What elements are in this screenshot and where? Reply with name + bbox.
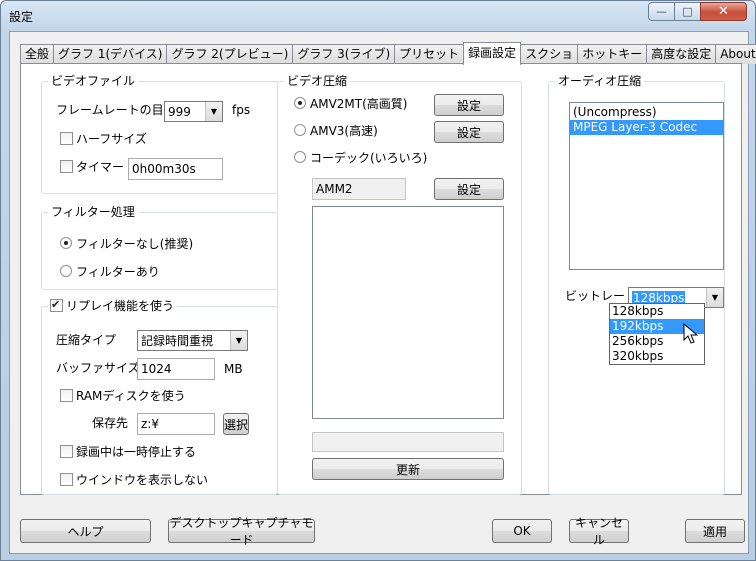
audio-codec-listbox[interactable]: (Uncompress) MPEG Layer-3 Codec (569, 102, 724, 270)
amv3-radio[interactable] (294, 124, 306, 136)
bitrate-option[interactable]: 128kbps (610, 304, 704, 319)
tab-graph-3[interactable]: グラフ 3(ライブ) (292, 44, 396, 64)
tab-preset[interactable]: プリセット (394, 44, 465, 64)
update-button[interactable]: 更新 (312, 458, 504, 480)
codec-radio[interactable] (294, 151, 306, 163)
amv3-label[interactable]: AMV3(高速) (310, 124, 378, 138)
video-compression-group-label: ビデオ圧縮 (284, 74, 351, 88)
filter-with-radio[interactable] (60, 265, 72, 277)
desktop-capture-mode-button[interactable]: デスクトップキャプチャモード (168, 516, 315, 547)
amv2mt-settings-button[interactable]: 設定 (434, 94, 504, 116)
codec-name-field: AMM2 (312, 178, 406, 200)
timer-checkbox[interactable] (60, 160, 73, 173)
framerate-label: フレームレートの目安 (56, 103, 176, 117)
mouse-pointer-icon (683, 323, 699, 344)
audio-codec-item[interactable]: MPEG Layer-3 Codec (570, 120, 723, 135)
tab-strip: 全般 グラフ 1(デバイス) グラフ 2(プレビュー) グラフ 3(ライブ) プ… (20, 42, 756, 65)
buffer-size-unit: MB (224, 362, 243, 376)
close-button[interactable]: ✕ (700, 2, 747, 21)
compression-type-select[interactable]: 記録時間重視 ▼ (137, 330, 248, 351)
replay-group-label: リプレイ機能を使う (48, 298, 178, 313)
chevron-down-icon[interactable]: ▼ (230, 331, 247, 350)
video-compression-group: ビデオ圧縮 AMV2MT(高画質) 設定 AMV3(高速) 設定 コーデック(い… (277, 74, 522, 495)
replay-group: リプレイ機能を使う 圧縮タイプ 記録時間重視 ▼ バッファサイズ 1024 MB… (41, 298, 278, 495)
tab-recording[interactable]: 録画設定 (463, 42, 522, 65)
pause-while-recording-label[interactable]: 録画中は一時停止する (76, 445, 196, 459)
amv2mt-radio[interactable] (294, 97, 306, 109)
tab-screenshot[interactable]: スクショ (520, 44, 579, 64)
buffer-size-input[interactable]: 1024 (137, 358, 215, 380)
save-to-label: 保存先 (92, 416, 129, 430)
codec-label[interactable]: コーデック(いろいろ) (310, 151, 427, 165)
recording-settings-panel: ビデオファイル フレームレートの目安 999 ▼ fps ハーフサイズ タイマー… (20, 63, 742, 495)
half-size-label[interactable]: ハーフサイズ (76, 132, 147, 146)
framerate-unit: fps (232, 103, 251, 117)
filter-group-label: フィルター処理 (48, 205, 138, 219)
amv2mt-label[interactable]: AMV2MT(高画質) (310, 97, 407, 111)
hide-window-checkbox[interactable] (60, 473, 73, 486)
timer-input[interactable]: 0h00m30s (128, 158, 223, 180)
buffer-size-label: バッファサイズ (56, 361, 140, 375)
audio-codec-item[interactable]: (Uncompress) (570, 105, 723, 120)
filter-none-radio[interactable] (60, 237, 72, 249)
select-folder-button[interactable]: 選択 (223, 413, 249, 435)
chevron-down-icon[interactable]: ▼ (205, 102, 222, 121)
settings-window: 設定 — □ ✕ 全般 グラフ 1(デバイス) グラフ 2(プレビュー) グラフ… (0, 0, 756, 561)
maximize-button[interactable]: □ (674, 2, 701, 21)
tab-general[interactable]: 全般 (20, 44, 55, 64)
tab-hotkey[interactable]: ホットキー (577, 44, 648, 64)
codec-info-field (312, 432, 504, 452)
window-title: 設定 (9, 10, 34, 24)
amv3-settings-button[interactable]: 設定 (434, 121, 504, 143)
tab-advanced[interactable]: 高度な設定 (646, 44, 717, 64)
chevron-down-icon[interactable]: ▼ (706, 288, 723, 307)
framerate-value: 999 (168, 105, 191, 119)
filter-with-label[interactable]: フィルターあり (76, 265, 160, 279)
replay-label[interactable]: リプレイ機能を使う (66, 299, 174, 313)
bitrate-option[interactable]: 320kbps (610, 349, 704, 364)
ram-disk-label[interactable]: RAMディスクを使う (76, 389, 186, 403)
cancel-button[interactable]: キャンセル (569, 516, 629, 547)
minimize-button[interactable]: — (648, 2, 675, 21)
help-button[interactable]: ヘルプ (20, 519, 151, 543)
save-to-input[interactable]: z:¥ (137, 413, 215, 435)
video-file-group: ビデオファイル フレームレートの目安 999 ▼ fps ハーフサイズ タイマー… (41, 74, 278, 194)
replay-checkbox[interactable] (50, 298, 63, 312)
ok-button[interactable]: OK (492, 519, 552, 543)
timer-label[interactable]: タイマー (76, 160, 124, 174)
tab-graph-2[interactable]: グラフ 2(プレビュー) (166, 44, 294, 64)
video-file-group-label: ビデオファイル (48, 74, 139, 88)
framerate-select[interactable]: 999 ▼ (164, 101, 223, 122)
half-size-checkbox[interactable] (60, 132, 73, 145)
audio-compression-group: オーディオ圧縮 (Uncompress) MPEG Layer-3 Codec … (548, 74, 725, 495)
apply-button[interactable]: 適用 (685, 519, 745, 543)
filter-group: フィルター処理 フィルターなし(推奨) フィルターあり (41, 205, 278, 290)
title-bar[interactable]: 設定 — □ ✕ (1, 1, 755, 31)
hide-window-label[interactable]: ウインドウを表示しない (76, 473, 208, 487)
ram-disk-checkbox[interactable] (60, 389, 73, 402)
codec-settings-button[interactable]: 設定 (434, 178, 504, 200)
bitrate-label: ビットレート (565, 289, 638, 303)
audio-compression-group-label: オーディオ圧縮 (555, 74, 645, 88)
tab-about[interactable]: About (715, 44, 756, 64)
filter-none-label[interactable]: フィルターなし(推奨) (76, 237, 193, 251)
pause-while-recording-checkbox[interactable] (60, 445, 73, 458)
compression-type-value: 記録時間重視 (141, 334, 214, 348)
dialog-client-area: 全般 グラフ 1(デバイス) グラフ 2(プレビュー) グラフ 3(ライブ) プ… (9, 31, 756, 554)
tab-graph-1[interactable]: グラフ 1(デバイス) (53, 44, 168, 64)
compression-type-label: 圧縮タイプ (56, 333, 117, 347)
codec-listbox[interactable] (312, 206, 504, 419)
